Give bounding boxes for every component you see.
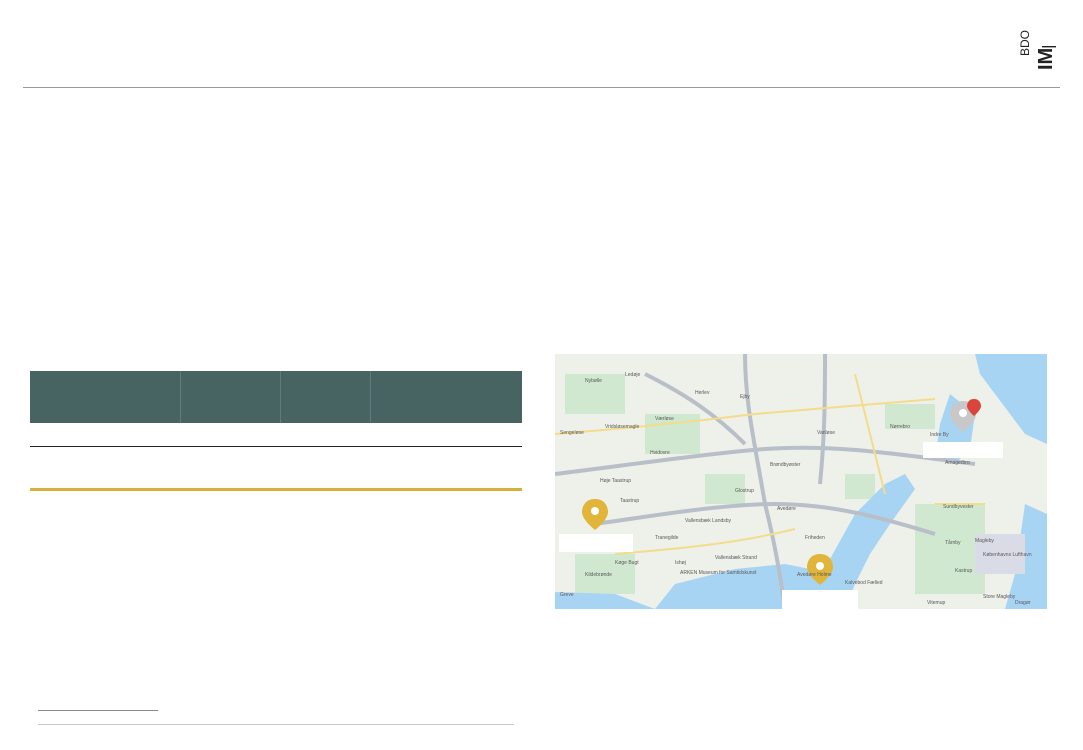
- table-header-cell: [181, 371, 282, 423]
- table-footer-rule: [30, 488, 522, 491]
- map-label: Amagerbro: [945, 460, 970, 466]
- map-label: Herlev: [695, 390, 710, 396]
- map-label: Vitemup: [927, 600, 945, 606]
- table-header: [30, 371, 522, 423]
- map-callout-south: [782, 590, 858, 609]
- table-header-cell: [371, 371, 522, 423]
- map-label: Tranegilde: [655, 535, 679, 541]
- logo-sub: BDO: [1018, 30, 1032, 56]
- map-label: Store Magleby: [983, 594, 1016, 600]
- map-label: Vanløse: [817, 430, 835, 436]
- map-label: Indre By: [930, 432, 949, 438]
- logo-mark: IM: [1035, 48, 1057, 70]
- map-label: Hvidovre: [650, 450, 670, 456]
- footnote-divider: [38, 710, 158, 711]
- table-row-divider: [30, 446, 522, 447]
- map-label: Glostrup: [735, 488, 754, 494]
- map-label: Ledøje: [625, 372, 641, 378]
- map-label: Høje Taastrup: [600, 478, 631, 484]
- map-label: Kildebrønde: [585, 572, 612, 578]
- map-label: Køge Bugt: [615, 560, 639, 566]
- map-label: Avedøre: [777, 506, 796, 512]
- map-label: Dragør: [1015, 600, 1031, 606]
- map-label: Nørrebro: [890, 424, 910, 430]
- map-label: Værløse: [655, 416, 674, 422]
- map-label: Nybølle: [585, 378, 602, 384]
- map-label: Avedøre Holme: [797, 572, 832, 578]
- map-label: Vallensbæk Strand: [715, 555, 757, 561]
- map-label: Kastrup: [955, 568, 972, 574]
- map-label: Ishøj: [675, 560, 686, 566]
- table-header-cell: [30, 371, 182, 423]
- map-label: Vridsløsemagle: [605, 424, 639, 430]
- map-label: Brøndbyøster: [770, 462, 801, 468]
- map-label: Magleby: [975, 538, 994, 544]
- map-label: ARKEN Museum for Samtidskunst: [680, 570, 757, 576]
- map-label: Taastrup: [620, 498, 639, 504]
- header-divider: [23, 87, 1060, 88]
- footer-divider: [38, 724, 514, 725]
- map-label: Vallensbæk Landsby: [685, 518, 732, 524]
- map-label: Friheden: [805, 535, 825, 541]
- map-label: Greve: [560, 592, 574, 598]
- map-label: Københavns Lufthavn: [983, 552, 1032, 558]
- bdo-logo: IM BDO: [1018, 26, 1060, 70]
- map-label: Sengeløse: [560, 430, 584, 436]
- map-label: Ejby: [740, 394, 750, 400]
- location-map[interactable]: Ledøje Nybølle Herlev Ejby Vanløse Nørre…: [555, 354, 1047, 609]
- table-header-cell: [281, 371, 371, 423]
- data-table: [30, 371, 522, 491]
- map-label: Kalvebod Fælled: [845, 580, 883, 586]
- map-callout-west: [559, 534, 633, 552]
- map-label: Tårnby: [945, 539, 961, 546]
- map-label: Sundbyvester: [943, 504, 974, 510]
- map-callout-city: [923, 442, 1003, 458]
